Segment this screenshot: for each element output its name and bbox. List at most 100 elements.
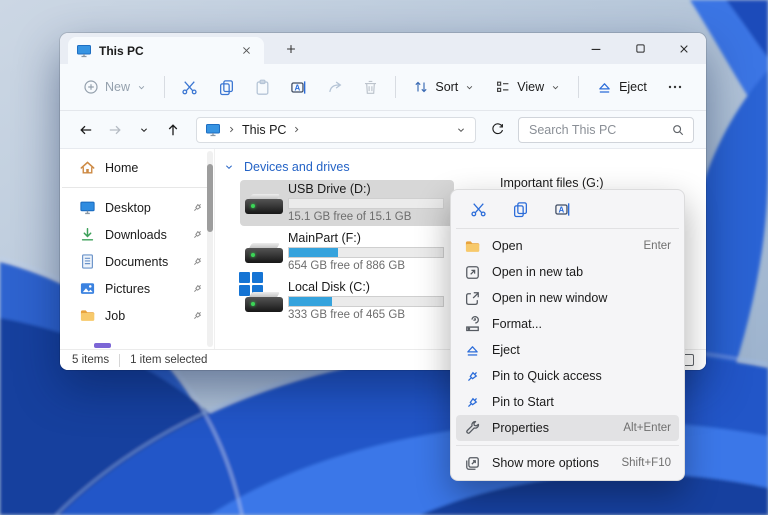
view-button[interactable]: View bbox=[486, 71, 570, 103]
minimize-button[interactable] bbox=[574, 33, 618, 64]
delete-button[interactable] bbox=[353, 71, 387, 103]
cut-button[interactable] bbox=[173, 71, 207, 103]
folder-icon bbox=[464, 238, 481, 255]
menu-item-properties[interactable]: Properties Alt+Enter bbox=[456, 415, 679, 441]
tab-close-icon[interactable] bbox=[236, 41, 256, 61]
see-more-button[interactable] bbox=[658, 71, 692, 103]
sort-label: Sort bbox=[435, 80, 458, 94]
menu-item-label: Open in new window bbox=[492, 291, 607, 305]
drive-led bbox=[251, 253, 255, 257]
cut-icon[interactable] bbox=[465, 196, 491, 222]
share-icon bbox=[326, 79, 343, 96]
drive-item-usb-d[interactable]: USB Drive (D:) 15.1 GB free of 15.1 GB bbox=[240, 180, 454, 226]
drive-usage-bar bbox=[288, 198, 444, 209]
copy-button[interactable] bbox=[209, 71, 243, 103]
up-button[interactable] bbox=[159, 116, 186, 144]
more-options-icon bbox=[464, 455, 481, 472]
collapse-chevron-icon[interactable] bbox=[223, 161, 235, 173]
sidebar-item-label: Downloads bbox=[105, 228, 167, 242]
this-pc-icon bbox=[205, 122, 221, 138]
drive-icon bbox=[242, 236, 284, 268]
breadcrumb[interactable]: This PC bbox=[242, 123, 286, 137]
sidebar-item-documents[interactable]: Documents bbox=[60, 248, 214, 275]
home-icon bbox=[79, 159, 96, 176]
chevron-down-icon bbox=[550, 82, 561, 93]
sidebar-scrollbar-thumb[interactable] bbox=[207, 164, 213, 232]
menu-item-label: Pin to Quick access bbox=[492, 369, 602, 383]
status-separator bbox=[119, 354, 120, 367]
chevron-right-icon bbox=[226, 124, 237, 135]
rename-icon bbox=[290, 79, 307, 96]
refresh-button[interactable] bbox=[484, 117, 510, 143]
back-button[interactable] bbox=[72, 116, 99, 144]
forward-button[interactable] bbox=[101, 116, 128, 144]
menu-shortcut: Enter bbox=[644, 240, 672, 252]
refresh-icon bbox=[490, 122, 505, 137]
new-tab-button[interactable] bbox=[278, 36, 304, 62]
rename-button[interactable] bbox=[281, 71, 315, 103]
drive-usage-bar bbox=[288, 296, 444, 307]
sidebar-item-label: Documents bbox=[105, 255, 168, 269]
trash-icon bbox=[362, 79, 379, 96]
cut-icon bbox=[181, 79, 198, 96]
address-dropdown-icon[interactable] bbox=[455, 124, 467, 136]
sidebar-item-downloads[interactable]: Downloads bbox=[60, 221, 214, 248]
eject-icon bbox=[596, 79, 613, 96]
menu-item-eject[interactable]: Eject bbox=[456, 337, 679, 363]
pin-icon bbox=[191, 255, 204, 268]
drive-icon bbox=[242, 285, 284, 317]
new-button[interactable]: New bbox=[74, 71, 156, 103]
sidebar-item-desktop[interactable]: Desktop bbox=[60, 194, 214, 221]
drive-item-mainpart-f[interactable]: MainPart (F:) 654 GB free of 886 GB bbox=[240, 229, 454, 275]
drive-item-local-disk-c[interactable]: Local Disk (C:) 333 GB free of 465 GB bbox=[240, 278, 454, 324]
sidebar-item-job[interactable]: Job bbox=[60, 302, 214, 329]
sidebar-item-pictures[interactable]: Pictures bbox=[60, 275, 214, 302]
maximize-button[interactable] bbox=[618, 33, 662, 64]
close-button[interactable] bbox=[662, 33, 706, 64]
menu-item-open-in-new-tab[interactable]: Open in new tab bbox=[456, 259, 679, 285]
copy-icon[interactable] bbox=[507, 196, 533, 222]
menu-item-label: Format... bbox=[492, 317, 542, 331]
menu-item-pin-to-start[interactable]: Pin to Start bbox=[456, 389, 679, 415]
open-new-tab-icon bbox=[464, 264, 481, 281]
menu-item-show-more-options[interactable]: Show more options Shift+F10 bbox=[456, 450, 679, 476]
occluded-drive-name[interactable]: Important files (G:) bbox=[500, 176, 604, 190]
window-controls bbox=[574, 33, 706, 64]
navigation-pane: Home Desktop Downloads Documents bbox=[60, 149, 215, 349]
toolbar-separator bbox=[395, 76, 396, 98]
sidebar-separator bbox=[62, 187, 212, 188]
drive-free-space: 654 GB free of 886 GB bbox=[288, 260, 448, 273]
documents-icon bbox=[79, 253, 96, 270]
search-input[interactable] bbox=[527, 122, 671, 138]
menu-item-label: Open bbox=[492, 239, 523, 253]
open-new-window-icon bbox=[464, 290, 481, 307]
menu-item-open[interactable]: Open Enter bbox=[456, 233, 679, 259]
recent-locations-button[interactable] bbox=[130, 116, 157, 144]
drive-name: USB Drive (D:) bbox=[288, 182, 448, 196]
drive-icon bbox=[242, 187, 284, 219]
search-box bbox=[518, 117, 694, 143]
pictures-icon bbox=[79, 280, 96, 297]
rename-icon[interactable] bbox=[549, 196, 575, 222]
sidebar-item-home[interactable]: Home bbox=[60, 154, 214, 181]
paste-button[interactable] bbox=[245, 71, 279, 103]
address-bar[interactable]: This PC bbox=[196, 117, 476, 143]
paste-icon bbox=[254, 79, 271, 96]
chevron-down-icon bbox=[138, 124, 150, 136]
this-pc-icon bbox=[76, 43, 92, 59]
menu-item-pin-to-quick-access[interactable]: Pin to Quick access bbox=[456, 363, 679, 389]
toolbar-separator bbox=[164, 76, 165, 98]
eject-button[interactable]: Eject bbox=[587, 71, 656, 103]
pin-icon bbox=[191, 201, 204, 214]
up-icon bbox=[165, 122, 181, 138]
group-header-devices-and-drives[interactable]: Devices and drives bbox=[223, 158, 706, 176]
menu-item-format[interactable]: Format... bbox=[456, 311, 679, 337]
tab-this-pc[interactable]: This PC bbox=[68, 37, 264, 64]
command-bar: New Sort View Eje bbox=[60, 64, 706, 111]
share-button[interactable] bbox=[317, 71, 351, 103]
menu-item-open-in-new-window[interactable]: Open in new window bbox=[456, 285, 679, 311]
sort-button[interactable]: Sort bbox=[404, 71, 484, 103]
menu-separator bbox=[456, 445, 679, 446]
search-icon[interactable] bbox=[671, 123, 685, 137]
items-count: 5 items bbox=[72, 354, 109, 366]
